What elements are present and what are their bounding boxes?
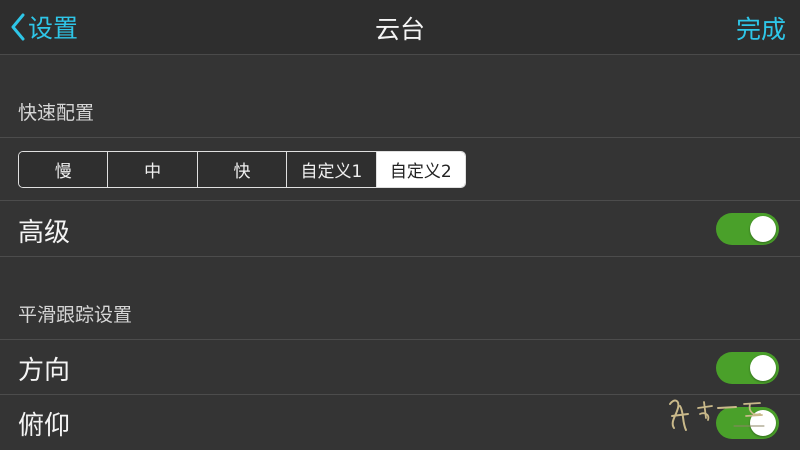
advanced-label: 高级	[18, 218, 71, 248]
segment-slow[interactable]: 慢	[19, 152, 109, 187]
tilt-toggle[interactable]	[716, 407, 779, 439]
tilt-label: 俯仰	[18, 411, 71, 441]
segment-custom-2[interactable]: 自定义2	[376, 152, 465, 187]
segment-fast[interactable]: 快	[197, 152, 288, 187]
pan-direction-toggle[interactable]	[716, 352, 779, 384]
segment-medium[interactable]: 中	[108, 152, 198, 187]
divider	[0, 137, 800, 138]
speed-preset-segmented-control: 慢 中 快 自定义1 自定义2	[18, 151, 466, 188]
divider	[0, 256, 800, 257]
divider	[0, 394, 800, 395]
divider	[0, 339, 800, 340]
page-title: 云台	[374, 15, 425, 44]
navigation-bar: 设置 云台 完成	[0, 0, 800, 55]
smooth-tracking-header: 平滑跟踪设置	[18, 304, 133, 326]
advanced-toggle[interactable]	[716, 213, 779, 245]
toggle-knob	[750, 216, 776, 242]
divider	[0, 200, 800, 201]
toggle-knob	[750, 355, 776, 381]
pan-direction-label: 方向	[18, 356, 71, 386]
quick-config-header: 快速配置	[18, 102, 95, 124]
done-button[interactable]: 完成	[736, 10, 786, 46]
toggle-knob	[750, 410, 776, 436]
segment-custom-1[interactable]: 自定义1	[287, 152, 377, 187]
